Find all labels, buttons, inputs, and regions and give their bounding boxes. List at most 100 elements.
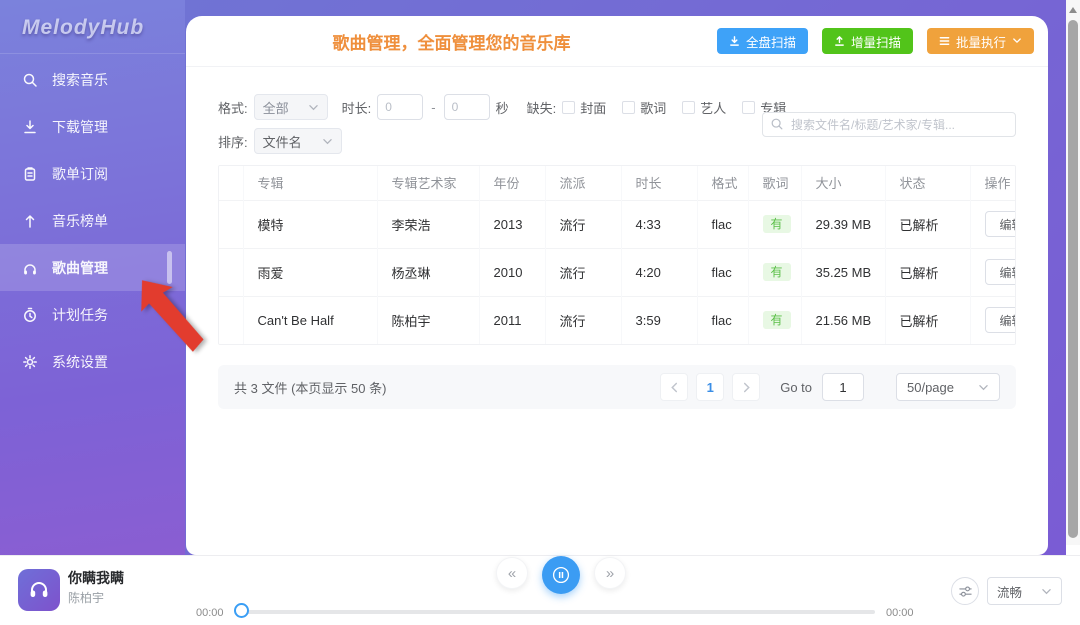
goto-label: Go to xyxy=(780,380,812,395)
app-logo: MelodyHub xyxy=(22,16,185,40)
col-format: 格式 xyxy=(697,166,748,200)
chevron-down-icon xyxy=(1041,587,1052,596)
checkbox-box[interactable] xyxy=(742,101,755,114)
duration-from-input[interactable] xyxy=(377,94,423,120)
equalizer-button[interactable] xyxy=(951,577,979,605)
progress-handle[interactable] xyxy=(234,603,249,618)
missing-lyrics-checkbox[interactable]: 歌词 xyxy=(622,98,666,117)
trending-icon xyxy=(22,212,39,229)
edit-button[interactable]: 编辑 xyxy=(985,211,1017,237)
goto-page-input[interactable] xyxy=(822,373,864,401)
progress-track[interactable] xyxy=(240,610,875,614)
page-title: 歌曲管理，全面管理您的音乐库 xyxy=(186,29,717,54)
vertical-scrollbar[interactable] xyxy=(1066,0,1080,545)
sidebar-item-system-settings[interactable]: 系统设置 xyxy=(0,338,185,385)
search-input[interactable] xyxy=(762,112,1016,137)
next-track-button[interactable]: » xyxy=(594,557,626,589)
album-cell: 雨爱 xyxy=(243,248,377,296)
album-cell: 模特 xyxy=(243,200,377,248)
col-album-artist: 专辑艺术家 xyxy=(377,166,479,200)
col-year: 年份 xyxy=(479,166,545,200)
batch-list-icon xyxy=(939,35,950,47)
sidebar-item-label: 歌单订阅 xyxy=(52,164,108,184)
table-row: 模特 李荣浩 2013 流行 4:33 flac 有 29.39 MB 已解析 … xyxy=(219,200,1016,248)
previous-track-button[interactable]: « xyxy=(496,557,528,589)
header-buttons: 全盘扫描 增量扫描 批量执行 xyxy=(717,28,1034,54)
checkbox-box[interactable] xyxy=(562,101,575,114)
sidebar-item-label: 计划任务 xyxy=(52,305,108,325)
duration-separator: - xyxy=(431,100,435,115)
checkbox-box[interactable] xyxy=(622,101,635,114)
batch-execute-button[interactable]: 批量执行 xyxy=(927,28,1034,54)
pause-icon xyxy=(551,565,571,585)
full-scan-label: 全盘扫描 xyxy=(746,32,796,51)
page-size-value: 50/page xyxy=(907,380,954,395)
genre-cell: 流行 xyxy=(545,248,621,296)
search-icon xyxy=(770,117,784,134)
missing-artist-label: 艺人 xyxy=(700,98,726,117)
duration-unit: 秒 xyxy=(496,98,509,117)
incremental-scan-button[interactable]: 增量扫描 xyxy=(822,28,913,54)
album-artist-cell: 李荣浩 xyxy=(377,200,479,248)
row-select-cell xyxy=(219,248,243,296)
format-cell: flac xyxy=(697,296,748,344)
sidebar-item-search-music[interactable]: 搜索音乐 xyxy=(0,56,185,103)
format-select[interactable]: 全部 xyxy=(254,94,328,120)
col-lyrics: 歌词 xyxy=(748,166,801,200)
scrollbar-up-arrow-icon[interactable] xyxy=(1069,7,1077,13)
size-cell: 35.25 MB xyxy=(801,248,885,296)
genre-cell: 流行 xyxy=(545,296,621,344)
col-actions: 操作 xyxy=(970,166,1016,200)
incremental-scan-label: 增量扫描 xyxy=(851,32,901,51)
lyrics-badge: 有 xyxy=(763,263,791,281)
headphones-icon xyxy=(27,578,51,602)
sidebar-item-label: 歌曲管理 xyxy=(52,258,108,278)
edit-button[interactable]: 编辑 xyxy=(985,259,1017,285)
edit-button[interactable]: 编辑 xyxy=(985,307,1017,333)
playlist-icon xyxy=(22,165,39,182)
prev-page-button[interactable] xyxy=(660,373,688,401)
quality-select[interactable]: 流畅 xyxy=(987,577,1062,605)
actions-cell: 编辑 xyxy=(970,296,1016,344)
sidebar-item-music-charts[interactable]: 音乐榜单 xyxy=(0,197,185,244)
sidebar-item-download-manage[interactable]: 下载管理 xyxy=(0,103,185,150)
album-artist-cell: 陈柏宇 xyxy=(377,296,479,344)
player-bar: 你瞒我瞒 陈柏宇 « » 00:00 00:00 流畅 xyxy=(0,555,1080,625)
status-cell: 已解析 xyxy=(885,296,970,344)
search-icon xyxy=(22,71,39,88)
sort-select[interactable]: 文件名 xyxy=(254,128,342,154)
pause-button[interactable] xyxy=(542,556,580,594)
next-page-button[interactable] xyxy=(732,373,760,401)
format-value: 全部 xyxy=(263,98,289,117)
duration-cell: 4:20 xyxy=(621,248,697,296)
format-label: 格式: xyxy=(218,98,248,117)
scrollbar-thumb[interactable] xyxy=(1068,20,1078,538)
year-cell: 2013 xyxy=(479,200,545,248)
pagination-bar: 共 3 文件 (本页显示 50 条) 1 Go to 50/page xyxy=(218,365,1016,409)
missing-artist-checkbox[interactable]: 艺人 xyxy=(682,98,726,117)
quality-value: 流畅 xyxy=(997,582,1022,601)
main-content-card: 歌曲管理，全面管理您的音乐库 全盘扫描 增量扫描 批量执行 xyxy=(186,16,1048,555)
status-cell: 已解析 xyxy=(885,200,970,248)
lyrics-badge: 有 xyxy=(763,311,791,329)
clock-icon xyxy=(22,306,39,323)
format-cell: flac xyxy=(697,200,748,248)
batch-execute-label: 批量执行 xyxy=(956,32,1006,51)
col-select xyxy=(219,166,243,200)
checkbox-box[interactable] xyxy=(682,101,695,114)
table-row: Can't Be Half 陈柏宇 2011 流行 3:59 flac 有 21… xyxy=(219,296,1016,344)
sidebar-item-playlist-subscribe[interactable]: 歌单订阅 xyxy=(0,150,185,197)
missing-cover-checkbox[interactable]: 封面 xyxy=(562,98,606,117)
filter-bar: 格式: 全部 时长: - 秒 缺失: 封面 xyxy=(186,67,1048,154)
page-number-1[interactable]: 1 xyxy=(696,373,724,401)
chevron-down-icon xyxy=(1012,37,1022,45)
col-status: 状态 xyxy=(885,166,970,200)
full-scan-button[interactable]: 全盘扫描 xyxy=(717,28,808,54)
size-cell: 29.39 MB xyxy=(801,200,885,248)
songs-table: 专辑 专辑艺术家 年份 流派 时长 格式 歌词 大小 状态 操作 xyxy=(219,166,1016,344)
page-size-select[interactable]: 50/page xyxy=(896,373,1000,401)
duration-to-input[interactable] xyxy=(444,94,490,120)
album-artist-cell: 杨丞琳 xyxy=(377,248,479,296)
now-playing-title: 你瞒我瞒 xyxy=(68,568,124,588)
status-cell: 已解析 xyxy=(885,248,970,296)
